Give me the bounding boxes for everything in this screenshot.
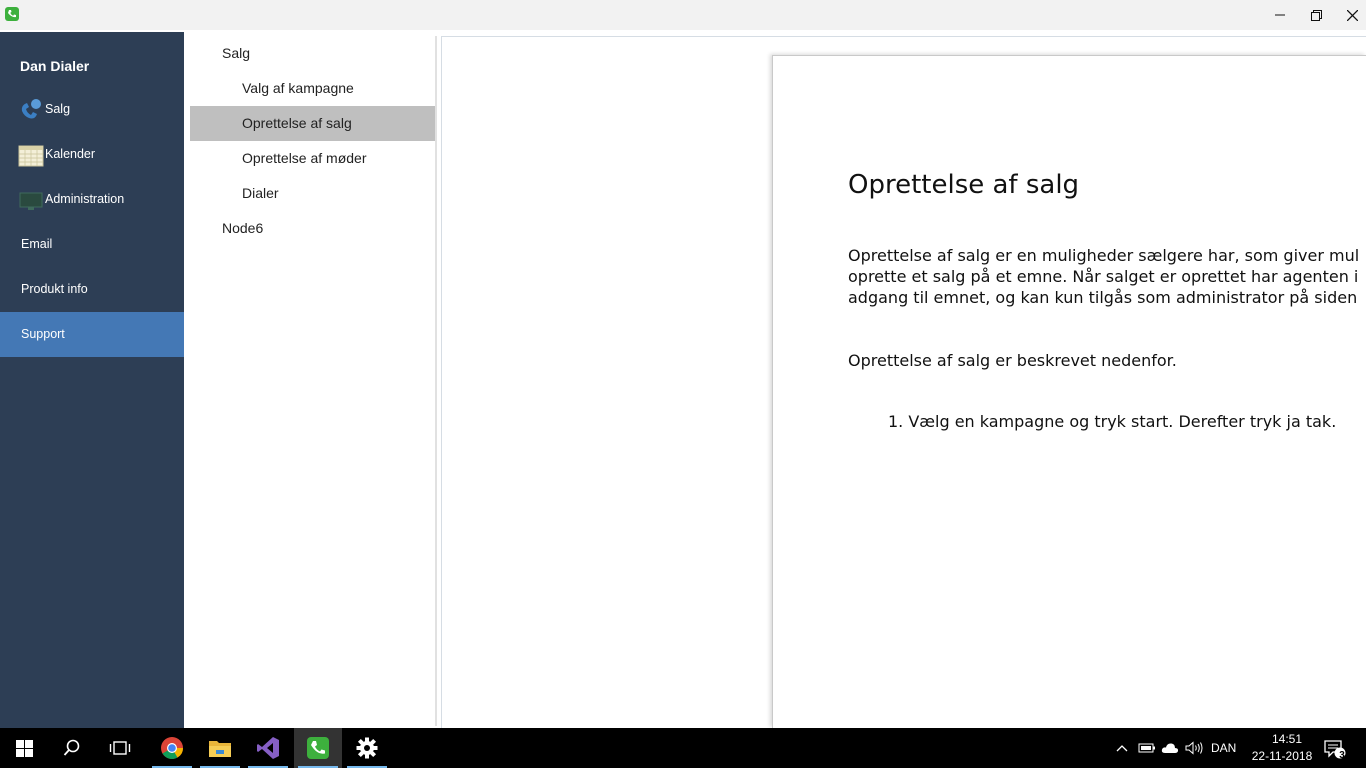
help-tree: Salg Valg af kampagne Oprettelse af salg… [184, 32, 439, 728]
document-intro: Oprettelse af salg er beskrevet nedenfor… [848, 351, 1177, 370]
settings-icon [356, 737, 378, 759]
clock-date: 22-11-2018 [1251, 749, 1313, 763]
input-language-indicator[interactable]: DAN [1211, 741, 1236, 755]
calendar-icon [18, 145, 44, 167]
document-step: 1. Vælg en kampagne og tryk start. Deref… [888, 412, 1337, 431]
sidebar-item-label: Salg [45, 102, 71, 116]
app-title: Dan Dialer [20, 58, 90, 74]
sidebar-item-email[interactable]: Email [0, 222, 184, 267]
task-view-icon [109, 741, 131, 755]
tree-node-label: Oprettelse af salg [242, 115, 352, 131]
notification-count-badge: 3 [1339, 750, 1345, 761]
sidebar-item-kalender[interactable]: Kalender [0, 132, 184, 177]
monitor-icon [19, 192, 43, 210]
sidebar-item-salg[interactable]: Salg [0, 87, 184, 132]
sidebar-item-label: Support [21, 327, 65, 341]
tree-node-label: Valg af kampagne [242, 80, 354, 96]
clock-time: 14:51 [1271, 732, 1303, 746]
sidebar-item-label: Produkt info [21, 282, 88, 296]
sidebar-item-support[interactable]: Support [0, 312, 184, 357]
dan-dialer-taskbar-button[interactable] [294, 728, 342, 768]
dan-dialer-icon [307, 737, 329, 759]
volume-tray-button[interactable] [1185, 739, 1203, 757]
tree-node-salg[interactable]: Salg [190, 36, 435, 71]
chevron-up-icon [1116, 745, 1128, 752]
speaker-icon [1185, 741, 1203, 755]
minimize-icon [1275, 14, 1285, 16]
tree-node-oprettelse-af-salg[interactable]: Oprettelse af salg [190, 106, 435, 141]
tree-node-valg-af-kampagne[interactable]: Valg af kampagne [190, 71, 435, 106]
document-heading: Oprettelse af salg [848, 170, 1080, 200]
app-phone-icon [5, 7, 19, 21]
document-page: Oprettelse af salg Oprettelse af salg er… [772, 55, 1366, 728]
tree-node-label: Node6 [222, 220, 264, 236]
close-icon [1346, 9, 1358, 21]
chrome-icon [161, 737, 183, 759]
task-view-button[interactable] [96, 728, 144, 768]
action-center-button[interactable]: 3 [1323, 738, 1347, 761]
document-paragraph-line: Oprettelse af salg er en muligheder sælg… [848, 246, 1360, 265]
settings-taskbar-button[interactable] [343, 728, 391, 768]
tree-node-label: Dialer [242, 185, 279, 201]
phone-icon [21, 99, 41, 119]
start-button[interactable] [0, 728, 48, 768]
sidebar-item-produkt-info[interactable]: Produkt info [0, 267, 184, 312]
tree-node-oprettelse-af-moder[interactable]: Oprettelse af møder [190, 141, 435, 176]
battery-icon [1138, 743, 1155, 753]
document-paragraph-line: adgang til emnet, og kan kun tilgås som … [848, 288, 1358, 307]
search-icon [63, 739, 80, 756]
tree-node-dialer[interactable]: Dialer [190, 176, 435, 211]
chrome-taskbar-button[interactable] [148, 728, 196, 768]
file-explorer-icon [209, 741, 231, 757]
pane-splitter[interactable] [435, 36, 437, 726]
windows-start-icon [15, 739, 33, 757]
tree-node-label: Oprettelse af møder [242, 150, 367, 166]
file-explorer-taskbar-button[interactable] [196, 728, 244, 768]
search-button[interactable] [48, 728, 96, 768]
visual-studio-taskbar-button[interactable] [244, 728, 292, 768]
battery-tray-button[interactable] [1138, 739, 1156, 757]
close-button[interactable] [1334, 0, 1366, 30]
sidebar-item-label: Kalender [45, 147, 96, 161]
minimize-button[interactable] [1262, 0, 1298, 30]
tree-node-label: Salg [222, 45, 251, 61]
onedrive-tray-button[interactable] [1161, 739, 1179, 757]
cloud-icon [1161, 743, 1179, 753]
visual-studio-icon [257, 737, 279, 759]
tree-node-node6[interactable]: Node6 [190, 211, 435, 246]
restore-icon [1310, 9, 1322, 21]
sidebar-item-label: Email [21, 237, 53, 251]
sidebar: Dan Dialer Salg Kalender Administration … [0, 32, 184, 728]
sidebar-item-administration[interactable]: Administration [0, 177, 184, 222]
title-bar [0, 0, 1366, 30]
restore-button[interactable] [1298, 0, 1334, 30]
document-paragraph-line: oprette et salg på et emne. Når salget e… [848, 267, 1359, 286]
taskbar: DAN 14:51 22-11-2018 3 [0, 728, 1366, 768]
show-hidden-icons-button[interactable] [1113, 739, 1131, 757]
sidebar-item-label: Administration [45, 192, 125, 206]
